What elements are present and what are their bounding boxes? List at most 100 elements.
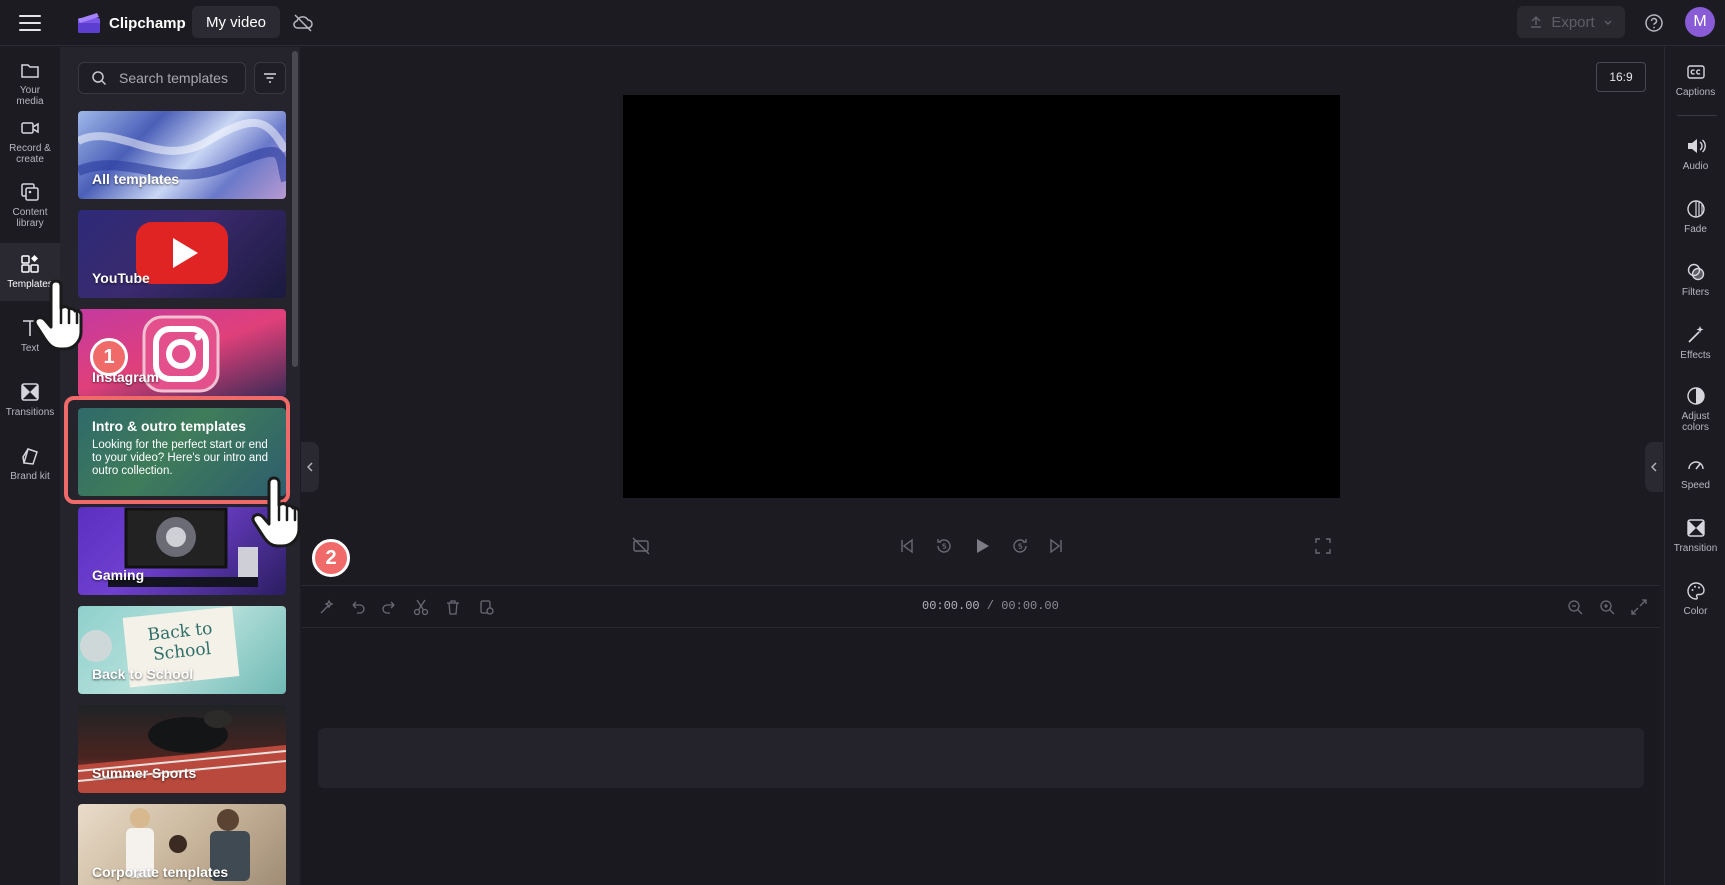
camera-icon — [21, 122, 39, 134]
color-palette-icon — [1686, 582, 1705, 600]
hide-preview-icon[interactable] — [631, 536, 651, 556]
skip-back-icon[interactable] — [897, 536, 917, 556]
help-icon[interactable] — [1643, 12, 1665, 34]
skip-forward-icon[interactable] — [1046, 536, 1066, 556]
captions-icon — [1686, 65, 1705, 79]
fullscreen-icon[interactable] — [1313, 536, 1333, 556]
timeline-track[interactable] — [318, 728, 1644, 788]
nav-transitions[interactable]: Transitions — [0, 381, 60, 431]
rail-captions[interactable]: Captions — [1665, 61, 1725, 98]
fit-timeline-icon[interactable] — [1630, 598, 1648, 616]
filters-icon — [1687, 263, 1704, 281]
nav-content-library[interactable]: Content library — [0, 181, 60, 241]
nav-label: Your — [19, 85, 41, 96]
rail-transition[interactable]: Transition — [1665, 517, 1725, 554]
brand-kit-icon — [22, 448, 38, 465]
transition-icon — [1686, 519, 1705, 537]
pointer-hand-icon — [33, 279, 83, 351]
rail-label: colors — [1682, 422, 1709, 433]
template-card-all[interactable]: All templates — [78, 111, 286, 199]
magic-icon[interactable] — [318, 598, 336, 616]
rail-label: Fade — [1684, 224, 1707, 235]
nav-label: create — [16, 154, 44, 165]
total-time: 00:00.00 — [1001, 599, 1059, 613]
app-name: Clipchamp — [109, 14, 186, 32]
nav-label: Brand kit — [10, 471, 50, 482]
effects-wand-icon — [1687, 326, 1703, 343]
transitions-icon — [21, 383, 39, 401]
card-label: Back to School — [92, 666, 194, 682]
card-label: All templates — [92, 171, 180, 187]
clipchamp-logo-icon — [78, 13, 100, 33]
step-badge-2: 2 — [312, 539, 350, 577]
adjust-colors-icon — [1686, 387, 1705, 405]
rail-filters[interactable]: Filters — [1665, 261, 1725, 298]
rail-label: Transition — [1673, 543, 1718, 554]
collapse-rail-handle[interactable] — [1645, 442, 1663, 492]
upload-icon — [1531, 15, 1542, 28]
template-card-summer-sports[interactable]: Summer Sports — [78, 705, 286, 793]
rail-label: Filters — [1681, 287, 1710, 298]
forward-5-icon[interactable] — [1010, 536, 1030, 556]
card-label: Summer Sports — [92, 765, 197, 781]
delete-icon[interactable] — [444, 598, 462, 616]
template-card-corporate[interactable]: Corporate templates — [78, 804, 286, 885]
undo-icon[interactable] — [349, 598, 367, 616]
zoom-in-icon[interactable] — [1598, 598, 1616, 616]
timecode: 00:00.00 / 00:00.00 — [922, 599, 1059, 613]
nav-label: Content — [12, 207, 48, 218]
card-label: YouTube — [92, 270, 150, 286]
filter-button[interactable] — [254, 62, 286, 94]
brand[interactable]: Clipchamp — [77, 10, 186, 36]
menu-icon[interactable] — [16, 10, 44, 36]
rail-adjust-colors[interactable]: Adjust colors — [1665, 385, 1725, 433]
rail-label: Effects — [1680, 350, 1711, 361]
play-icon[interactable] — [972, 536, 992, 556]
rail-label: Captions — [1675, 87, 1716, 98]
nav-your-media[interactable]: Your media — [0, 59, 60, 109]
templates-icon — [21, 255, 39, 273]
folder-icon — [21, 64, 39, 78]
rewind-5-icon[interactable] — [934, 536, 954, 556]
panel-scrollbar[interactable] — [292, 51, 298, 367]
template-card-back-to-school[interactable]: Back to School Back to School — [78, 606, 286, 694]
nav-label: Record & — [9, 143, 51, 154]
card-label: Corporate templates — [92, 864, 229, 880]
search-box[interactable] — [78, 62, 246, 94]
aspect-ratio-button[interactable]: 16:9 — [1596, 62, 1646, 92]
search-input[interactable] — [119, 70, 239, 86]
top-bar: Clipchamp My video Export M — [0, 0, 1725, 46]
rail-speed[interactable]: Speed — [1665, 454, 1725, 491]
cloud-off-icon[interactable] — [292, 12, 314, 34]
nav-brand-kit[interactable]: Brand kit — [0, 445, 60, 495]
split-scissors-icon[interactable] — [412, 598, 430, 616]
project-title[interactable]: My video — [192, 6, 281, 38]
rail-color[interactable]: Color — [1665, 580, 1725, 617]
rail-label: Audio — [1682, 161, 1709, 172]
filter-icon — [264, 73, 276, 83]
audio-icon — [1687, 139, 1706, 153]
rail-label: Speed — [1681, 480, 1710, 491]
avatar[interactable]: M — [1685, 7, 1715, 37]
export-button[interactable]: Export — [1517, 6, 1625, 38]
nav-record-create[interactable]: Record & create — [0, 117, 60, 175]
rail-audio[interactable]: Audio — [1665, 135, 1725, 172]
export-label: Export — [1551, 13, 1595, 31]
pointer-hand-icon — [251, 476, 301, 548]
rail-divider — [1677, 115, 1717, 116]
rail-fade[interactable]: Fade — [1665, 198, 1725, 235]
nav-label: media — [16, 96, 44, 107]
speed-icon — [1687, 461, 1704, 470]
zoom-out-icon[interactable] — [1566, 598, 1584, 616]
card-label: Gaming — [92, 567, 145, 583]
fade-icon — [1686, 200, 1705, 218]
redo-icon[interactable] — [380, 598, 398, 616]
timeline: 00:00.00 / 00:00.00 — [302, 585, 1660, 885]
timeline-toolbar: 00:00.00 / 00:00.00 — [302, 586, 1660, 628]
video-preview-canvas — [623, 95, 1340, 498]
duplicate-icon[interactable] — [477, 598, 495, 616]
nav-label: Transitions — [5, 407, 55, 418]
template-card-youtube[interactable]: YouTube — [78, 210, 286, 298]
chevron-down-icon — [1604, 20, 1612, 25]
rail-effects[interactable]: Effects — [1665, 324, 1725, 361]
